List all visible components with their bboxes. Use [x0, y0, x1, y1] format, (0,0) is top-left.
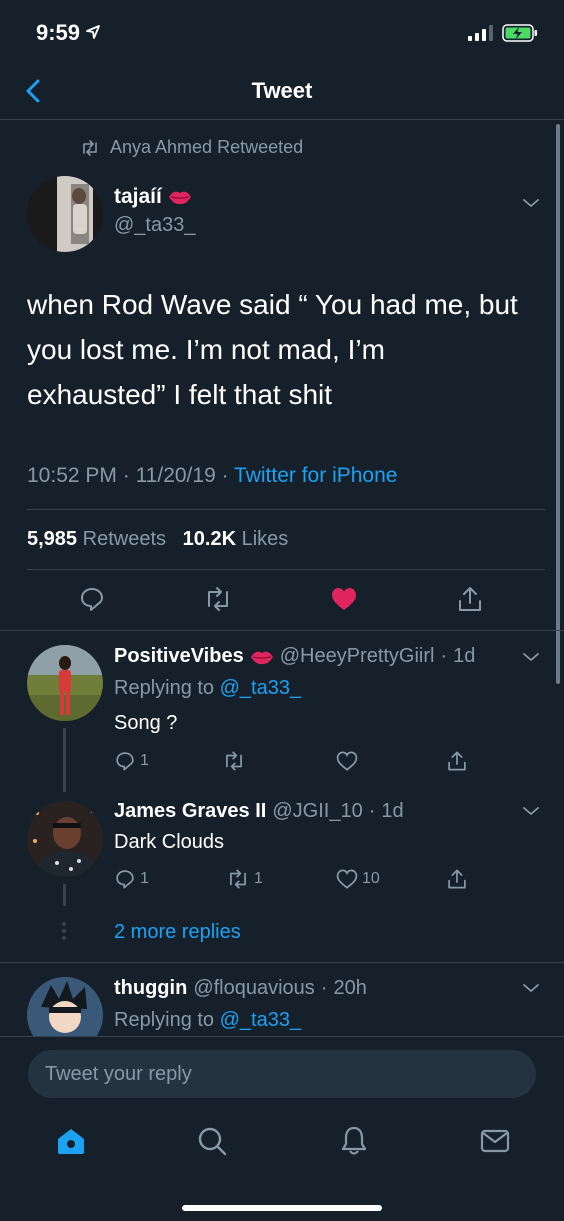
location-arrow-icon [86, 25, 101, 39]
page-title: Tweet [251, 78, 313, 103]
lips-emoji-icon [168, 191, 191, 205]
tweet-date: 11/20/19 [135, 464, 216, 487]
home-icon [58, 1129, 84, 1154]
reply-handle: @floquavious [193, 977, 315, 999]
chevron-down-icon[interactable] [521, 193, 541, 213]
chevron-down-icon[interactable] [521, 801, 541, 821]
reply-text: Song ? [114, 712, 178, 734]
more-replies-dots [62, 922, 66, 940]
reply-avatar[interactable] [27, 645, 103, 721]
reply-button[interactable] [78, 585, 106, 613]
signal-icon [468, 25, 493, 41]
divider [27, 569, 545, 570]
retweet-button[interactable] [222, 750, 250, 772]
chevron-down-icon[interactable] [521, 647, 541, 667]
bottom-bar [0, 1036, 564, 1221]
home-indicator[interactable] [182, 1205, 382, 1211]
lips-emoji-icon [250, 651, 273, 664]
divider [0, 962, 564, 963]
share-icon [459, 587, 481, 611]
notifications-icon [341, 1126, 367, 1155]
divider [27, 509, 545, 510]
author-handle[interactable]: @_ta33_ [114, 214, 195, 237]
reply-input[interactable] [28, 1050, 536, 1098]
heart-filled-icon [332, 588, 356, 610]
search-icon [198, 1127, 227, 1156]
heart-icon [336, 869, 358, 889]
like-button[interactable]: 10 [336, 868, 380, 890]
heart-icon [336, 751, 358, 771]
reply-button[interactable]: 1 [114, 750, 149, 772]
author-avatar[interactable] [27, 176, 103, 252]
retweet-icon [208, 587, 228, 611]
tweet-actions [0, 585, 564, 615]
divider [0, 630, 564, 631]
reply-age: 1d [453, 645, 476, 667]
more-replies-link[interactable]: 2 more replies [114, 921, 241, 944]
replying-to-link[interactable]: @_ta33_ [220, 677, 301, 699]
tweet-source-link[interactable]: Twitter for iPhone [234, 464, 397, 487]
retweeted-by-label: Anya Ahmed Retweeted [110, 137, 304, 157]
retweet-icon [226, 751, 242, 771]
retweets-stat[interactable]: 5,985 Retweets [27, 528, 166, 550]
tab-home[interactable] [55, 1125, 87, 1157]
replying-to: Replying to @_ta33_ [114, 677, 302, 699]
battery-charging-icon [502, 24, 537, 42]
tweet-text: when Rod Wave said “ You had me, but you… [27, 289, 518, 410]
replying-to-link[interactable]: @_ta33_ [220, 1009, 301, 1031]
tab-messages[interactable] [479, 1125, 511, 1157]
chevron-down-icon[interactable] [521, 978, 541, 998]
reply-handle: @HeeyPrettyGiirl [279, 645, 435, 667]
thread-line [63, 728, 66, 792]
reply-icon [116, 752, 134, 771]
like-button[interactable] [336, 750, 362, 772]
reply-avatar[interactable] [27, 801, 103, 877]
status-bar: 9:59 [0, 0, 564, 64]
navigation-bar: Tweet [0, 64, 564, 120]
tab-search[interactable] [196, 1125, 228, 1157]
tab-notifications[interactable] [338, 1125, 370, 1157]
retweet-indicator: Anya Ahmed Retweeted [80, 137, 303, 158]
retweet-icon [83, 139, 97, 156]
tweet-stats: 5,985 Retweets 10.2K Likes [27, 528, 288, 551]
reply-author[interactable]: James Graves II @JGII_10 · 1d [114, 800, 404, 823]
reply-icon [81, 588, 103, 611]
thread-line [63, 884, 66, 906]
retweet-icon [230, 869, 246, 889]
reply-author[interactable]: thuggin @floquavious · 20h [114, 977, 367, 1000]
retweet-button[interactable] [203, 585, 233, 613]
messages-icon [480, 1129, 510, 1153]
likes-stat[interactable]: 10.2K Likes [183, 528, 289, 550]
reply-age: 20h [333, 977, 367, 999]
reply-author[interactable]: PositiveVibes @HeeyPrettyGiirl · 1d [114, 645, 475, 668]
share-button[interactable] [446, 868, 468, 890]
replying-to: Replying to @_ta33_ [114, 1009, 302, 1031]
like-button[interactable] [330, 585, 358, 613]
reply-button[interactable]: 1 [114, 868, 149, 890]
retweet-button[interactable]: 1 [226, 868, 263, 890]
reply-age: 1d [381, 800, 404, 822]
tweet-time: 10:52 PM [27, 464, 117, 487]
reply-icon [116, 870, 134, 889]
author-name[interactable]: tajaíí [114, 185, 192, 209]
share-button[interactable] [456, 585, 484, 613]
status-time: 9:59 [36, 20, 101, 46]
reply-handle: @JGII_10 [272, 800, 363, 822]
tweet-meta: 10:52 PM · 11/20/19 · Twitter for iPhone [27, 464, 398, 487]
share-button[interactable] [446, 750, 468, 772]
share-icon [448, 869, 466, 889]
share-icon [448, 751, 466, 771]
reply-text: Dark Clouds [114, 831, 225, 853]
